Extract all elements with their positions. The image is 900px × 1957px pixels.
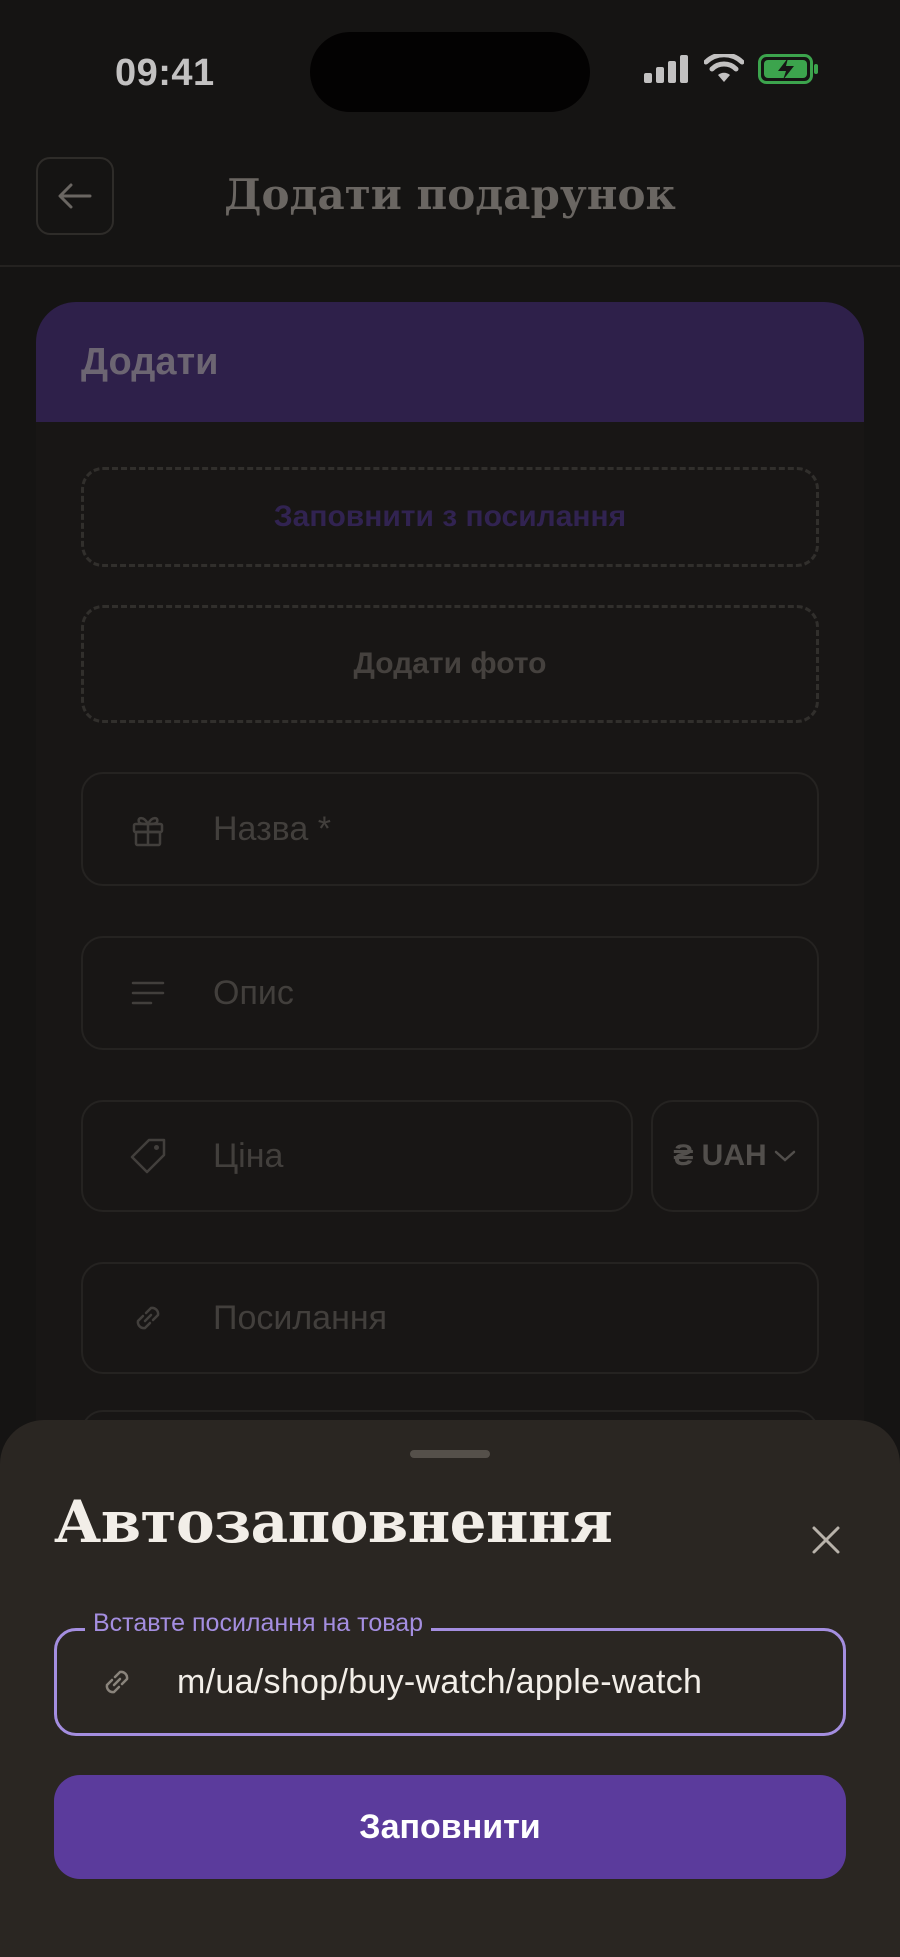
product-url-label: Вставте посилання на товар — [85, 1609, 432, 1638]
screen: 09:41 Додати подарунок Додати Заповнити … — [0, 0, 900, 1957]
sheet-grabber[interactable] — [410, 1450, 490, 1458]
close-button[interactable] — [796, 1510, 856, 1570]
close-icon — [812, 1526, 840, 1554]
product-url-value: m/ua/shop/buy-watch/apple-watch — [177, 1662, 703, 1701]
autofill-sheet: Автозаповнення Вставте посилання на това… — [0, 1420, 900, 1957]
fill-button[interactable]: Заповнити — [54, 1775, 846, 1879]
product-url-input[interactable]: Вставте посилання на товар m/ua/shop/buy… — [54, 1609, 846, 1736]
sheet-title: Автозаповнення — [54, 1488, 613, 1556]
link-icon — [105, 1670, 129, 1694]
